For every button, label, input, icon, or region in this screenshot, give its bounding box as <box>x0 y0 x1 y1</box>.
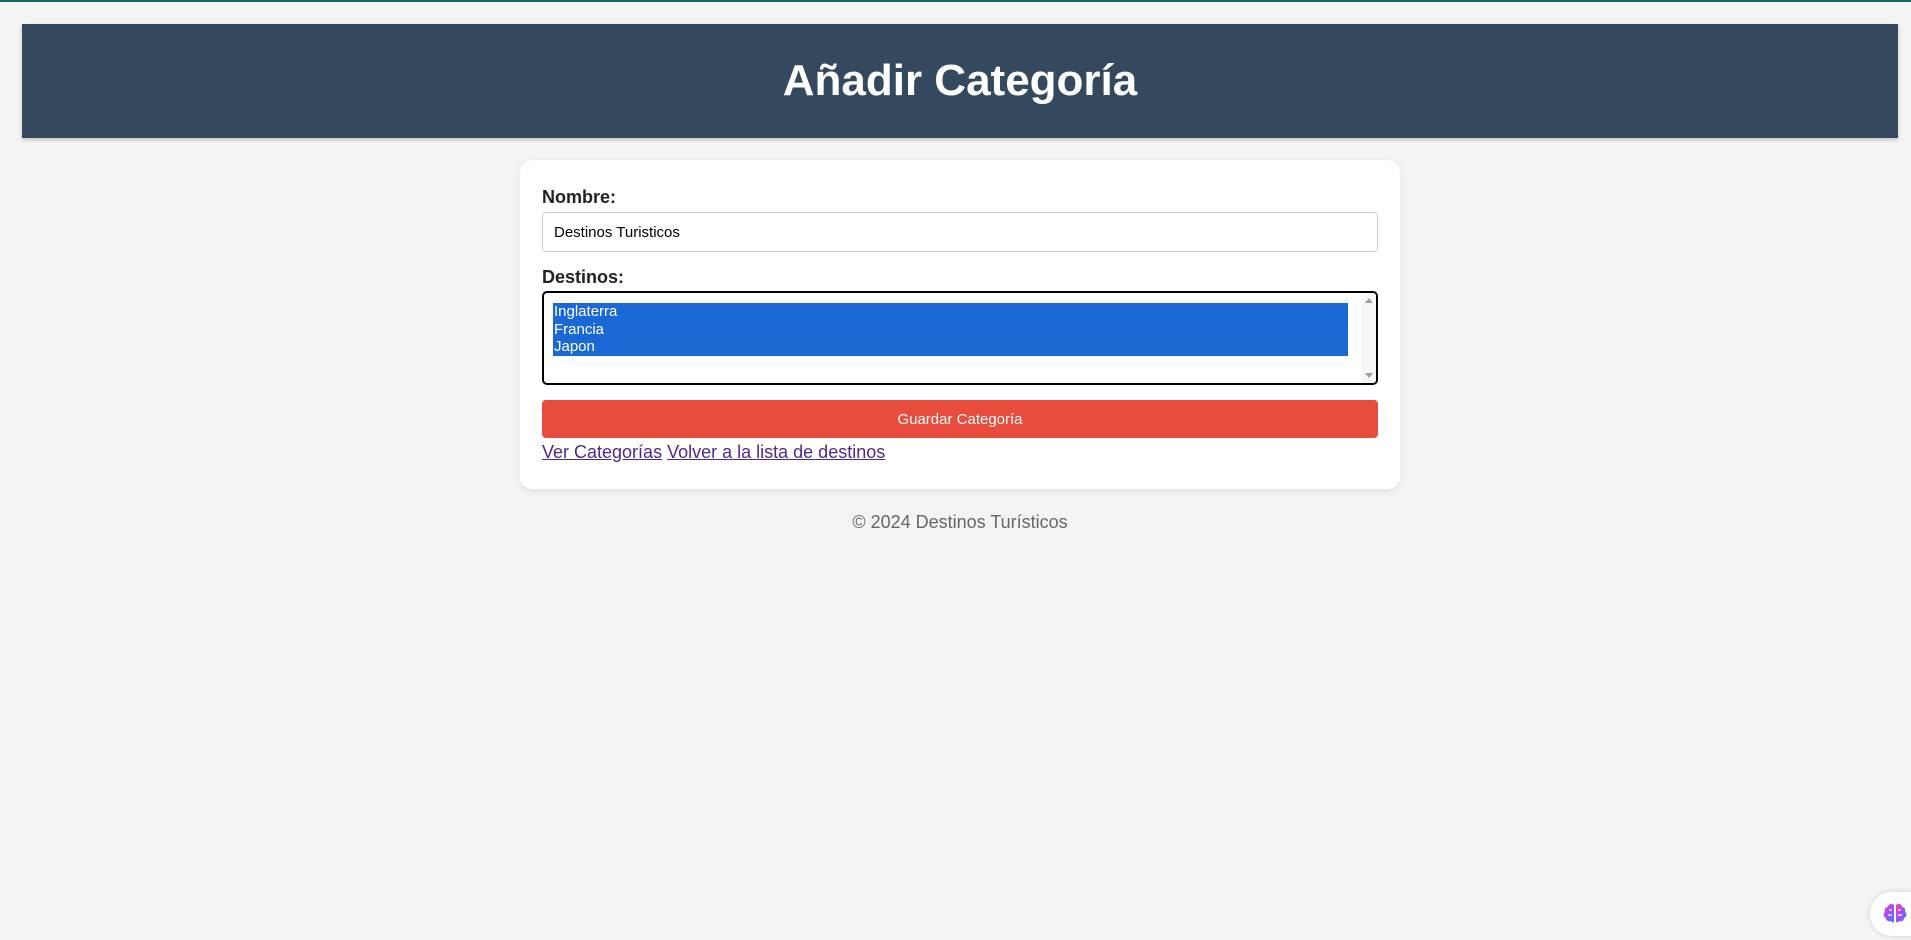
destination-option-inglaterra[interactable]: Inglaterra <box>553 303 1348 321</box>
assistant-widget-button[interactable] <box>1870 892 1911 936</box>
destination-option-japon[interactable]: Japon <box>553 338 1348 357</box>
back-to-destinations-link[interactable]: Volver a la lista de destinos <box>667 442 885 462</box>
save-category-button[interactable]: Guardar Categoría <box>542 400 1378 438</box>
category-form-card: Nombre: Destinos: Inglaterra Francia Jap… <box>520 160 1400 489</box>
destinations-scrollbar[interactable] <box>1362 293 1376 383</box>
page-header: Añadir Categoría <box>22 24 1898 138</box>
page-footer: © 2024 Destinos Turísticos <box>852 512 1068 532</box>
destinations-select[interactable]: Inglaterra Francia Japon <box>542 291 1378 385</box>
name-input[interactable] <box>542 212 1378 252</box>
scroll-down-icon[interactable] <box>1365 373 1373 378</box>
brain-icon <box>1883 903 1907 923</box>
view-categories-link[interactable]: Ver Categorías <box>542 442 662 462</box>
scroll-up-icon[interactable] <box>1365 298 1373 303</box>
name-label: Nombre: <box>542 187 617 207</box>
form-links: Ver Categorías Volver a la lista de dest… <box>542 442 885 463</box>
page-title: Añadir Categoría <box>782 56 1138 105</box>
destination-option-francia[interactable]: Francia <box>553 320 1348 339</box>
destinations-label: Destinos: <box>542 267 625 287</box>
destinations-options: Inglaterra Francia Japon <box>553 303 1348 357</box>
